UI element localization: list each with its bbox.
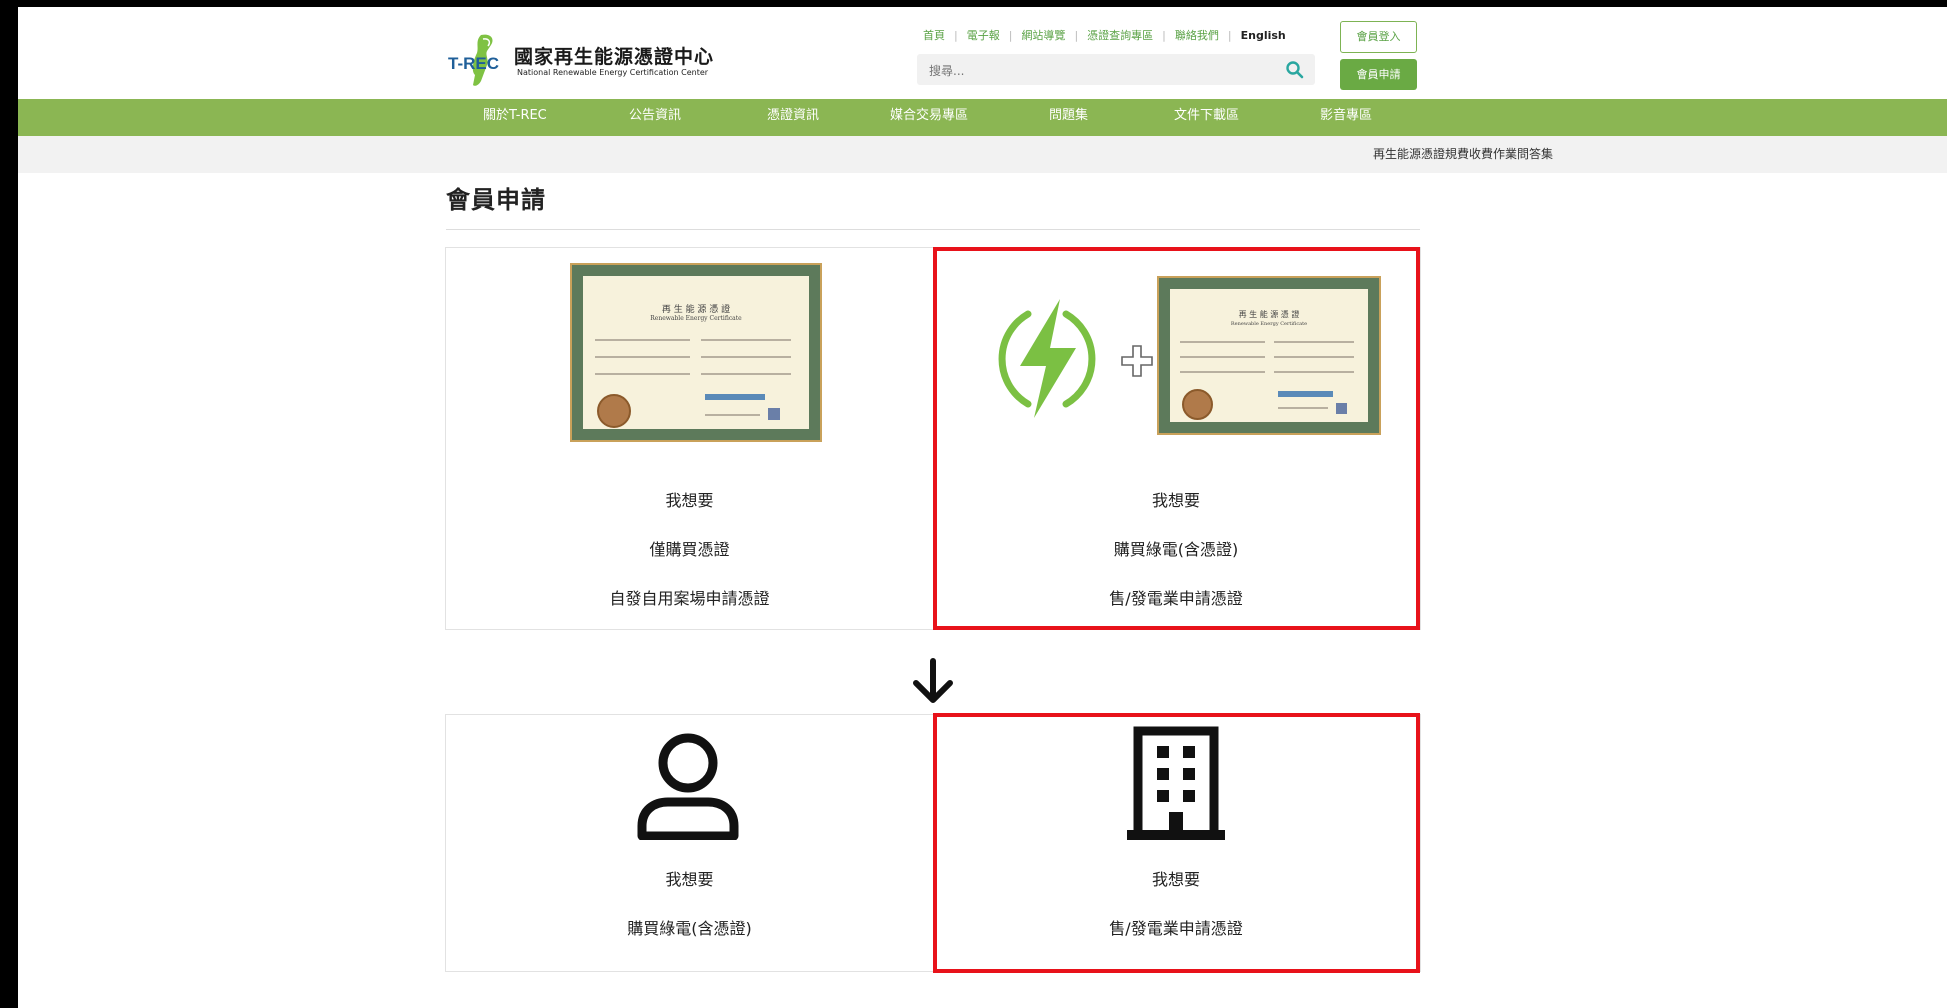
certificate-image: 再 生 能 源 憑 證 Renewable Energy Certificate (572, 265, 820, 440)
card-line: 我想要 (665, 491, 714, 510)
certificate-subtitle: Renewable Energy Certificate (1230, 321, 1308, 327)
card-line: 我想要 (1151, 870, 1200, 889)
card-line: 我想要 (665, 870, 714, 889)
card-line: 購買綠電(含憑證) (1113, 540, 1239, 559)
card-power-seller[interactable]: 我想要 售/發電業申請憑證 (933, 715, 1419, 970)
top-link-english[interactable]: English (1241, 29, 1286, 42)
logo-mark-text: T-REC (448, 54, 499, 73)
card-line: 售/發電業申請憑證 (1109, 919, 1243, 938)
certificate-seal (597, 394, 631, 428)
card-buy-certificate-only[interactable]: 再 生 能 源 憑 證 Renewable Energy Certificate… (446, 248, 933, 628)
nav-item-downloads[interactable]: 文件下載區 (1174, 99, 1239, 136)
announcement-bar: 再生能源憑證規費收費作業問答集 (18, 136, 1947, 173)
separator: | (1227, 28, 1232, 42)
separator: | (1008, 28, 1013, 42)
separator: | (1074, 28, 1079, 42)
certificate-image: 再 生 能 源 憑 證 Renewable Energy Certificate (1159, 278, 1379, 433)
site-logo[interactable]: T-REC 國家再生能源憑證中心 National Renewable Ener… (447, 29, 747, 89)
top-link-contact[interactable]: 聯絡我們 (1175, 27, 1219, 43)
card-line: 自發自用案場申請憑證 (609, 589, 770, 608)
member-apply-button[interactable]: 會員申請 (1340, 59, 1417, 90)
announcement-marquee[interactable]: 再生能源憑證規費收費作業問答集 (1373, 136, 1553, 173)
nav-item-faq[interactable]: 問題集 (1049, 99, 1088, 136)
search-input[interactable] (927, 54, 1261, 87)
logo-english-name: National Renewable Energy Certification … (517, 68, 709, 77)
nav-item-media[interactable]: 影音專區 (1320, 99, 1372, 136)
card-line: 購買綠電(含憑證) (627, 919, 752, 938)
top-link-certificate-query[interactable]: 憑證查詢專區 (1087, 27, 1153, 43)
lightning-bolt-icon (998, 299, 1096, 418)
search-box (917, 54, 1315, 87)
separator: | (954, 28, 958, 42)
card-line: 僅購買憑證 (649, 540, 730, 559)
divider (446, 229, 1420, 230)
separator: | (1162, 28, 1166, 42)
certificate-subtitle: Renewable Energy Certificate (650, 315, 742, 322)
card-buy-green-power[interactable]: 再 生 能 源 憑 證 Renewable Energy Certificate… (933, 248, 1419, 628)
card-line: 我想要 (1151, 491, 1200, 510)
plus-icon (1121, 345, 1153, 377)
page-title: 會員申請 (446, 186, 546, 214)
main-nav: 關於T-REC 公告資訊 憑證資訊 媒合交易專區 問題集 文件下載區 影音專區 (18, 99, 1947, 136)
nav-item-trading[interactable]: 媒合交易專區 (890, 99, 968, 136)
certificate-title: 再 生 能 源 憑 證 (1238, 310, 1300, 319)
nav-item-about[interactable]: 關於T-REC (483, 99, 547, 136)
page: T-REC 國家再生能源憑證中心 National Renewable Ener… (18, 7, 1947, 1008)
nav-item-announcements[interactable]: 公告資訊 (629, 99, 681, 136)
certificate-title: 再 生 能 源 憑 證 (661, 305, 731, 315)
person-icon (637, 733, 739, 840)
top-link-sitemap[interactable]: 網站導覽 (1021, 27, 1065, 43)
taiwan-leaf-logo-icon: T-REC (448, 34, 499, 86)
search-icon[interactable] (1285, 60, 1305, 80)
certificate-seal (1182, 389, 1213, 420)
card-line: 售/發電業申請憑證 (1109, 589, 1243, 608)
top-link-newsletter[interactable]: 電子報 (967, 27, 1000, 43)
logo-chinese-name: 國家再生能源憑證中心 (514, 46, 715, 68)
card-green-power-buyer[interactable]: 我想要 購買綠電(含憑證) (446, 715, 933, 970)
top-link-home[interactable]: 首頁 (923, 27, 945, 43)
member-login-button[interactable]: 會員登入 (1340, 21, 1417, 53)
building-icon (1127, 726, 1225, 840)
nav-item-certificate-info[interactable]: 憑證資訊 (767, 99, 819, 136)
top-links: 首頁 | 電子報 | 網站導覽 | 憑證查詢專區 | 聯絡我們 | Englis… (923, 25, 1286, 45)
arrow-down-icon (913, 658, 953, 703)
